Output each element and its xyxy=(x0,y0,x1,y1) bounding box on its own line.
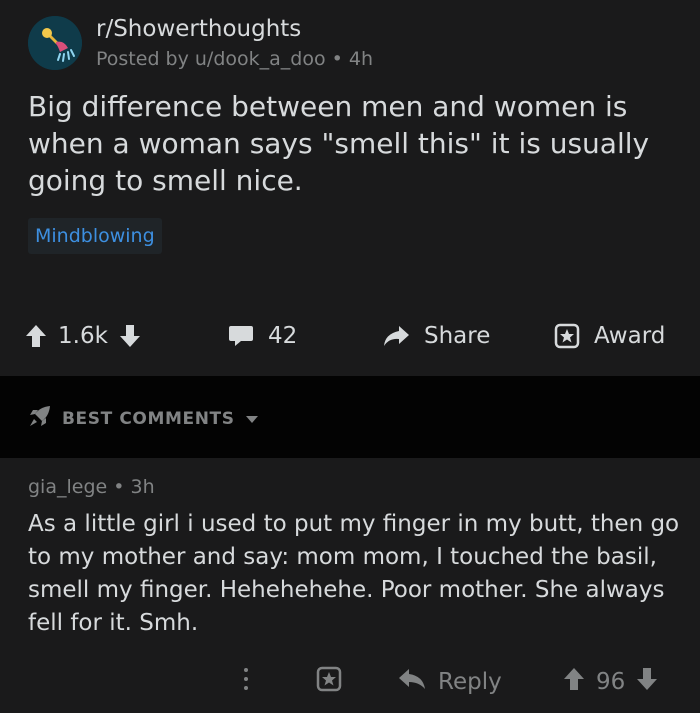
post-vote-group: 1.6k xyxy=(24,320,142,352)
comment-count: 42 xyxy=(268,323,298,349)
comment-meta: gia_lege • 3h xyxy=(28,476,155,498)
post-actions: 1.6k 42 Share Award xyxy=(0,306,700,366)
reply-label: Reply xyxy=(438,669,502,695)
more-vertical-icon xyxy=(238,665,254,699)
subreddit-avatar-icon[interactable] xyxy=(28,16,82,70)
chevron-down-icon xyxy=(245,409,259,429)
upvote-icon[interactable] xyxy=(24,323,48,349)
comment-actions: Reply 96 xyxy=(0,658,700,706)
reply-button[interactable]: Reply xyxy=(398,666,502,698)
share-button[interactable]: Share xyxy=(382,320,490,352)
downvote-icon[interactable] xyxy=(635,666,659,698)
rocket-icon xyxy=(28,404,52,433)
comments-sort-bar: BEST COMMENTS xyxy=(0,376,700,458)
comment-bubble-icon xyxy=(228,324,254,348)
post-card: r/Showerthoughts Posted by u/dook_a_doo … xyxy=(0,0,700,376)
share-label: Share xyxy=(424,323,491,349)
comment: gia_lege • 3h As a little girl i used to… xyxy=(0,458,700,713)
comment-vote-count: 96 xyxy=(596,669,626,695)
meta-separator: • xyxy=(113,476,131,498)
upvote-icon[interactable] xyxy=(562,666,586,698)
award-label: Award xyxy=(594,323,666,349)
comment-age: 3h xyxy=(130,476,155,498)
more-options-button[interactable] xyxy=(238,666,254,698)
reply-icon xyxy=(398,668,426,696)
meta-separator: • xyxy=(331,48,349,70)
award-icon xyxy=(554,323,580,349)
award-button[interactable]: Award xyxy=(554,320,665,352)
comments-button[interactable]: 42 xyxy=(228,320,297,352)
share-icon xyxy=(382,324,410,348)
sort-label: BEST COMMENTS xyxy=(62,408,235,429)
award-icon xyxy=(316,666,342,698)
comment-award-button[interactable] xyxy=(316,666,342,698)
comment-body: As a little girl i used to put my finger… xyxy=(28,511,680,636)
sort-dropdown[interactable]: BEST COMMENTS xyxy=(28,404,259,433)
post-vote-count: 1.6k xyxy=(58,323,108,349)
downvote-icon[interactable] xyxy=(118,323,142,349)
comment-vote-group: 96 xyxy=(562,666,659,698)
comment-author[interactable]: gia_lege xyxy=(28,476,107,498)
subreddit-name[interactable]: r/Showerthoughts xyxy=(96,16,301,42)
post-title[interactable]: Big difference between men and women is … xyxy=(28,88,678,199)
post-flair[interactable]: Mindblowing xyxy=(28,218,162,254)
post-meta: Posted by u/dook_a_doo • 4h xyxy=(96,48,373,70)
post-age: 4h xyxy=(348,48,374,70)
post-author[interactable]: Posted by u/dook_a_doo xyxy=(96,48,326,70)
